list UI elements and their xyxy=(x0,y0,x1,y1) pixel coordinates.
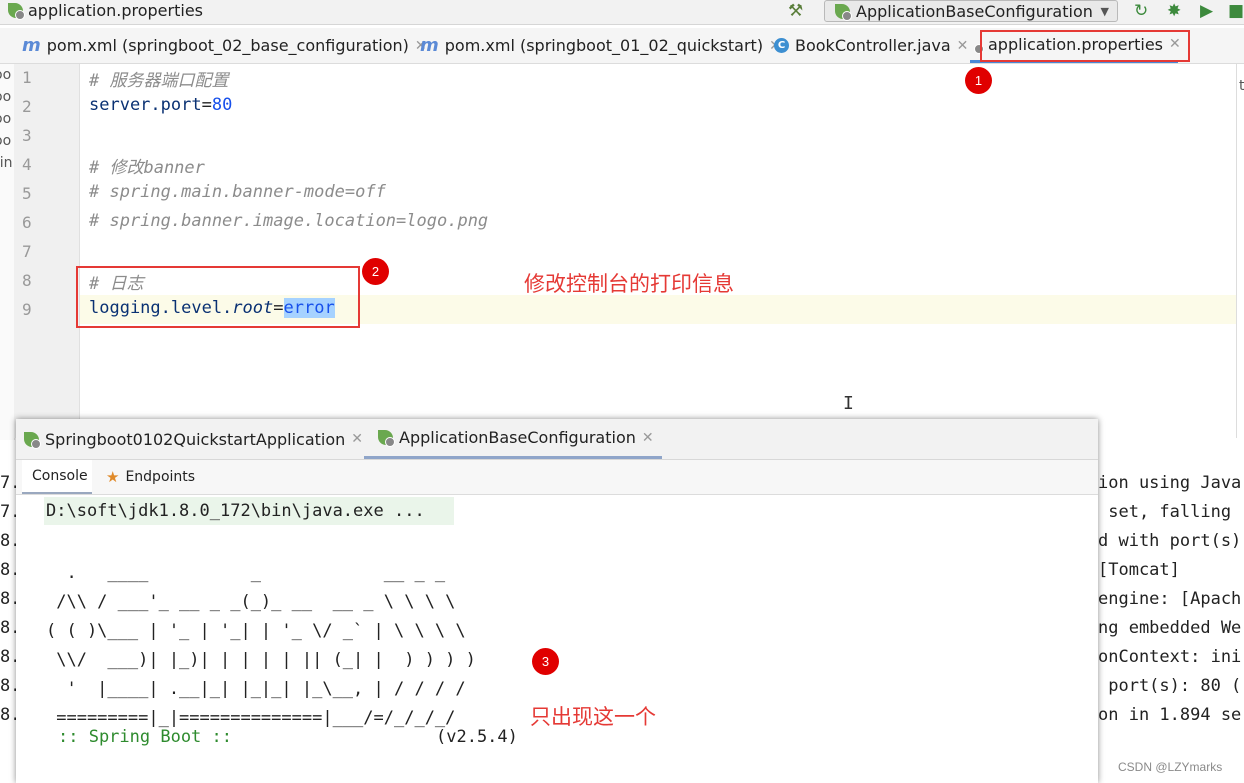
spring-properties-icon xyxy=(8,3,25,20)
close-icon[interactable]: ✕ xyxy=(957,38,969,54)
code-line-2[interactable]: server.port=80 xyxy=(89,95,232,115)
tab-label: pom.xml (springboot_02_base_configuratio… xyxy=(46,36,409,55)
spring-boot-label: :: Spring Boot :: xyxy=(58,727,232,747)
project-item-fragment: rin xyxy=(0,155,13,171)
endpoints-tab-label: Endpoints xyxy=(125,469,196,485)
run-configuration-label: ApplicationBaseConfiguration xyxy=(856,1,1093,21)
annotation-badge-3: 3 xyxy=(532,648,559,675)
run-configuration-dropdown[interactable]: ApplicationBaseConfiguration ▼ xyxy=(824,0,1118,22)
maven-icon: m xyxy=(22,35,41,56)
annotation-note-logging: 修改控制台的打印信息 xyxy=(524,272,734,296)
close-icon[interactable]: ✕ xyxy=(642,430,654,446)
close-icon[interactable]: ✕ xyxy=(351,431,363,447)
title-bar: application.properties ⚒ ApplicationBase… xyxy=(0,0,1244,25)
spring-boot-icon xyxy=(378,430,395,447)
annotation-box-logging xyxy=(76,266,360,328)
line-number: 9 xyxy=(22,300,32,319)
java-class-icon: C xyxy=(774,38,789,53)
tab-pom-quickstart[interactable]: m pom.xml (springboot_01_02_quickstart) … xyxy=(420,28,781,63)
code-line-4[interactable]: # 修改banner xyxy=(89,153,205,178)
property-value: 80 xyxy=(211,95,233,115)
log-fragment-right: onContext: ini xyxy=(1098,647,1242,667)
annotation-badge-1: 1 xyxy=(965,67,992,94)
log-fragment-right: ng embedded We xyxy=(1098,618,1242,638)
console-output[interactable]: D:\soft\jdk1.8.0_172\bin\java.exe ... . … xyxy=(16,495,1098,783)
log-fragment-right: on in 1.894 se xyxy=(1098,705,1242,725)
log-fragment-right: d with port(s) xyxy=(1098,531,1242,551)
run-tab-bar: Springboot0102QuickstartApplication ✕ Ap… xyxy=(16,419,1098,460)
log-fragment-right: ion using Java xyxy=(1098,473,1242,493)
log-fragment-right: [Tomcat] xyxy=(1098,560,1180,580)
spring-boot-version: (v2.5.4) xyxy=(436,727,518,747)
tab-endpoints[interactable]: ★ Endpoints xyxy=(106,460,195,494)
property-key: server.port xyxy=(89,95,202,115)
mouse-text-cursor: I xyxy=(843,393,854,414)
build-hammer-icon[interactable]: ⚒ xyxy=(788,1,803,21)
watermark: CSDN @LZYmarks xyxy=(1118,760,1223,774)
log-fragment-right: port(s): 80 ( xyxy=(1098,676,1242,696)
code-line-1[interactable]: # 服务器端口配置 xyxy=(89,66,228,91)
console-command-line: D:\soft\jdk1.8.0_172\bin\java.exe ... xyxy=(44,497,454,525)
annotation-box-active-tab xyxy=(980,30,1190,62)
tab-book-controller[interactable]: C BookController.java ✕ xyxy=(774,28,968,63)
run-tab-quickstart[interactable]: Springboot0102QuickstartApplication ✕ xyxy=(24,419,363,459)
run-tab-base-configuration[interactable]: ApplicationBaseConfiguration ✕ xyxy=(364,419,662,459)
line-number: 4 xyxy=(22,155,32,174)
endpoints-icon: ★ xyxy=(106,468,120,486)
editor-right-edge: t xyxy=(1236,64,1244,438)
run-tab-label: ApplicationBaseConfiguration xyxy=(399,428,636,447)
line-number: 7 xyxy=(22,242,32,261)
chevron-down-icon: ▼ xyxy=(1100,4,1109,18)
tab-pom-base-configuration[interactable]: m pom.xml (springboot_02_base_configurat… xyxy=(22,28,427,63)
tab-label: pom.xml (springboot_01_02_quickstart) xyxy=(444,36,764,55)
equals-sign: = xyxy=(201,95,212,115)
code-line-6[interactable]: # spring.banner.image.location=logo.png xyxy=(89,211,488,231)
line-number: 2 xyxy=(22,97,32,116)
log-fragment-right: set, falling xyxy=(1098,502,1232,522)
line-number-gutter: 1 2 3 4 5 6 7 8 9 xyxy=(14,64,80,438)
console-tab-label: Console xyxy=(32,468,88,484)
line-number: 5 xyxy=(22,184,32,203)
line-number: 8 xyxy=(22,271,32,290)
spring-boot-icon xyxy=(24,431,41,449)
rerun-icon[interactable]: ↻ xyxy=(1134,1,1148,21)
more-icon[interactable]: ■ xyxy=(1228,1,1244,21)
project-item-fragment: oo xyxy=(0,89,12,105)
spring-boot-icon xyxy=(835,3,852,21)
line-number: 6 xyxy=(22,213,32,232)
run-tab-label: Springboot0102QuickstartApplication xyxy=(45,429,346,449)
spring-ascii-banner: . ____ _ __ _ _ /\\ / ___'_ __ _ _(_)_ _… xyxy=(46,563,476,728)
tab-label: BookController.java xyxy=(795,36,951,55)
title-file: application.properties xyxy=(8,1,203,20)
maven-icon: m xyxy=(420,35,439,56)
project-item-fragment: oo xyxy=(0,133,12,149)
annotation-note-console: 只出现这一个 xyxy=(530,705,656,729)
log-fragment-right: engine: [Apach xyxy=(1098,589,1242,609)
console-tab-bar: Console ★ Endpoints xyxy=(16,460,1098,495)
annotation-badge-2: 2 xyxy=(362,258,389,285)
run-tool-window: Springboot0102QuickstartApplication ✕ Ap… xyxy=(16,419,1098,783)
line-number: 1 xyxy=(22,68,32,87)
project-item-fragment: oo xyxy=(0,111,12,127)
debug-bug-icon[interactable]: ✸ xyxy=(1167,1,1181,21)
right-panel-glyph: t xyxy=(1239,78,1244,94)
project-panel-edge[interactable]: oo oo oo oo rin xyxy=(0,64,15,444)
project-item-fragment: oo xyxy=(0,67,12,83)
code-line-5[interactable]: # spring.main.banner-mode=off xyxy=(89,182,386,202)
tab-console[interactable]: Console xyxy=(22,460,92,494)
line-number: 3 xyxy=(22,126,32,145)
title-file-name: application.properties xyxy=(28,1,203,20)
coverage-run-icon[interactable]: ▶ xyxy=(1200,1,1213,21)
